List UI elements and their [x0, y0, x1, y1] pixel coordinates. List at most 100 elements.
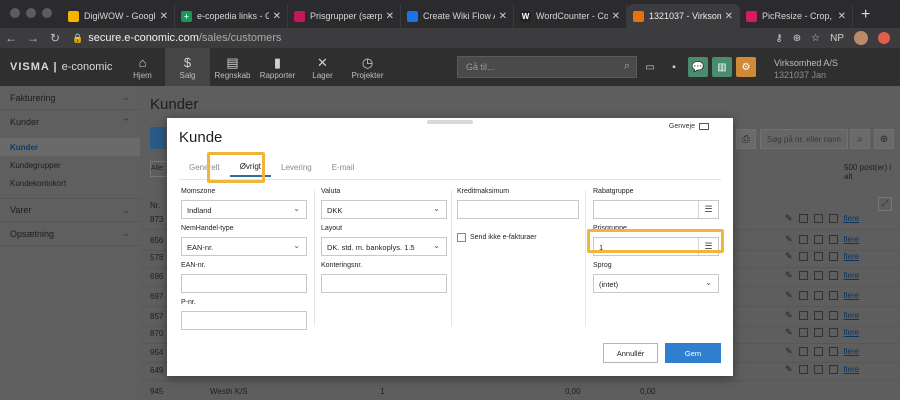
pencil-icon[interactable]: ✎ [785, 327, 793, 338]
pencil-icon[interactable]: ✎ [785, 364, 793, 375]
search-icon[interactable]: ⌕ [850, 129, 870, 149]
kontering-input[interactable] [321, 274, 447, 293]
edit-icon[interactable] [798, 365, 808, 374]
more-link[interactable]: flere [844, 311, 860, 320]
ean-input[interactable] [181, 274, 307, 293]
nav-item-salg[interactable]: $ Salg [165, 48, 210, 86]
nav-item-rapporter[interactable]: ▮ Rapporter [255, 48, 300, 86]
table-row-number[interactable]: 697 [150, 292, 163, 301]
reload-button[interactable]: ↻ [44, 31, 66, 45]
forward-button[interactable]: → [22, 31, 44, 45]
list-icon[interactable] [828, 271, 838, 280]
rabat-input[interactable]: ☰ [593, 200, 719, 219]
pencil-icon[interactable]: ✎ [785, 234, 793, 245]
filter-dropdown[interactable]: Alle [150, 161, 168, 177]
save-button[interactable]: Gem [665, 343, 721, 363]
profile-initials[interactable]: NP [830, 33, 844, 44]
sidebar-item-kunder[interactable]: Kunder [0, 138, 140, 156]
more-link[interactable]: flere [844, 214, 860, 223]
sprog-select[interactable]: (intet) ⌄ [593, 274, 719, 293]
pencil-icon[interactable]: ✎ [785, 346, 793, 357]
edit-icon[interactable] [798, 328, 808, 337]
customer-search-input[interactable]: Søg på nr. eller navn [760, 129, 848, 149]
layout-select[interactable]: DK. std. m. bankoplys. 1.5 ⌄ [321, 237, 447, 256]
close-tab-icon[interactable]: ✕ [838, 11, 846, 22]
nav-item-lager[interactable]: ✕ Lager [300, 48, 345, 86]
sidebar-section-fakturering[interactable]: Fakturering ⌄ [0, 86, 140, 110]
edit-icon[interactable] [798, 235, 808, 244]
document-icon[interactable] [813, 214, 823, 223]
more-link[interactable]: flere [844, 365, 860, 374]
list-icon[interactable] [828, 365, 838, 374]
more-link[interactable]: flere [844, 271, 860, 280]
close-window-button[interactable] [10, 8, 20, 18]
table-row-number[interactable]: 857 [150, 312, 163, 321]
browser-tab[interactable]: W WordCounter - Coun ✕ [514, 4, 627, 28]
list-icon[interactable] [828, 235, 838, 244]
browser-tab[interactable]: + e-copedia links - Go ✕ [175, 4, 288, 28]
extension-icon[interactable] [878, 32, 890, 44]
close-tab-icon[interactable]: ✕ [273, 11, 281, 22]
browser-tab[interactable]: 1321037 - Virksomhe ✕ [627, 4, 740, 28]
list-icon[interactable] [828, 291, 838, 300]
table-row-number[interactable]: 945 [150, 387, 163, 396]
document-icon[interactable] [813, 328, 823, 337]
table-row-number[interactable]: 856 [150, 236, 163, 245]
pnr-input[interactable] [181, 311, 307, 330]
pencil-icon[interactable]: ✎ [785, 290, 793, 301]
more-link[interactable]: flere [844, 328, 860, 337]
table-row-number[interactable]: 954 [150, 348, 163, 357]
table-row-number[interactable]: 649 [150, 366, 163, 375]
list-icon[interactable] [828, 252, 838, 261]
browser-tab[interactable]: PicResize - Crop, Re ✕ [740, 4, 853, 28]
browser-tab[interactable]: Create Wiki Flow Art ✕ [401, 4, 514, 28]
edit-icon[interactable] [798, 271, 808, 280]
key-icon[interactable]: ⚷ [775, 33, 782, 44]
new-customer-button[interactable] [150, 127, 166, 149]
company-info[interactable]: Virksomhed A/S 1321037 Jan [774, 57, 838, 81]
browser-tab[interactable]: DigiWOW - Google S ✕ [62, 4, 175, 28]
checkbox-box[interactable] [457, 233, 466, 242]
sidebar-section-opsaetning[interactable]: Opsætning ⌄ [0, 222, 140, 246]
sidebar-item-kundekontokort[interactable]: Kundekontokort [0, 174, 140, 192]
zoom-icon[interactable]: ⊕ [793, 33, 801, 44]
pencil-icon[interactable]: ✎ [785, 251, 793, 262]
edit-icon[interactable] [798, 347, 808, 356]
tab-email[interactable]: E-mail [322, 159, 365, 176]
nemhandel-select[interactable]: EAN-nr. ⌄ [181, 237, 307, 256]
shortcuts-link[interactable]: Genveje [669, 123, 709, 130]
sidebar-section-varer[interactable]: Varer ⌄ [0, 198, 140, 222]
table-row-number[interactable]: 578 [150, 253, 163, 262]
document-icon[interactable] [813, 235, 823, 244]
sidebar-item-kundegrupper[interactable]: Kundegrupper [0, 156, 140, 174]
avatar[interactable] [854, 31, 868, 45]
print-icon[interactable]: ⎙ [736, 129, 756, 149]
minimize-window-button[interactable] [26, 8, 36, 18]
document-icon[interactable] [813, 291, 823, 300]
gear-icon[interactable]: ⚙ [736, 57, 756, 77]
send-efaktura-checkbox[interactable]: Send ikke e-fakturaer [457, 233, 579, 242]
kredit-input[interactable] [457, 200, 579, 219]
star-icon[interactable]: ☆ [811, 33, 820, 44]
close-tab-icon[interactable]: ✕ [725, 11, 733, 22]
document-icon[interactable] [813, 271, 823, 280]
list-icon[interactable] [828, 214, 838, 223]
more-link[interactable]: flere [844, 291, 860, 300]
url-field[interactable]: 🔒 secure.e-conomic.com/sales/customers [72, 32, 281, 44]
table-row-number[interactable]: 696 [150, 272, 163, 281]
apps-icon[interactable]: ▪ [664, 57, 684, 77]
list-icon[interactable] [828, 328, 838, 337]
valuta-select[interactable]: DKK ⌄ [321, 200, 447, 219]
maximize-window-button[interactable] [42, 8, 52, 18]
new-tab-button[interactable]: + [853, 6, 878, 28]
edit-icon[interactable] [798, 252, 808, 261]
list-icon[interactable] [828, 311, 838, 320]
chat-icon[interactable]: 💬 [688, 57, 708, 77]
goto-search-input[interactable]: Gå til... ⌕ [457, 56, 637, 78]
drag-handle[interactable] [427, 120, 473, 124]
more-link[interactable]: flere [844, 252, 860, 261]
close-tab-icon[interactable]: ✕ [386, 11, 394, 22]
inbox-icon[interactable]: ▭ [640, 57, 660, 77]
nav-item-hjem[interactable]: ⌂ Hjem [120, 48, 165, 86]
table-row-number[interactable]: 873 [150, 215, 163, 224]
